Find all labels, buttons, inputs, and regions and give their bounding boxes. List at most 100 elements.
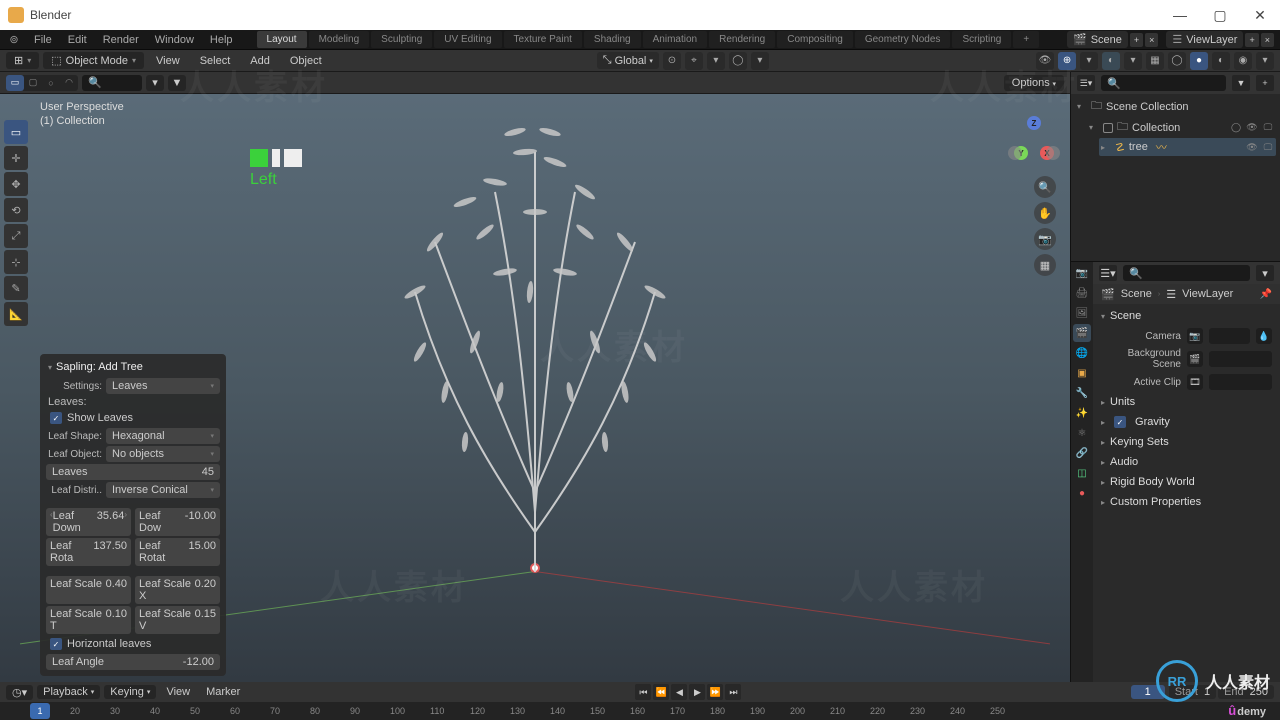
timeline-ruler[interactable]: 1 10203040506070809010011012013014015016… [0, 702, 1280, 720]
tool-move[interactable]: ✥ [4, 172, 28, 196]
hide-icon[interactable]: 👁 [1246, 122, 1258, 133]
timeline-marker[interactable]: Marker [200, 684, 246, 700]
outliner-collection[interactable]: ▾ 🗀 Collection ◯👁🖵 [1087, 117, 1276, 138]
play-reverse-button[interactable]: ◀ [671, 684, 687, 700]
workspace-tab-sculpting[interactable]: Sculpting [371, 31, 432, 48]
menu-add[interactable]: Add [242, 53, 278, 69]
tool-annotate[interactable]: ✎ [4, 276, 28, 300]
crumb-viewlayer[interactable]: ViewLayer [1182, 288, 1233, 300]
menu-object[interactable]: Object [282, 53, 330, 69]
props-editor-type[interactable]: ☰▾ [1099, 265, 1117, 281]
header-funnel-icon[interactable]: ▼ [168, 75, 186, 91]
workspace-tab-rendering[interactable]: Rendering [709, 31, 775, 48]
proportional-options[interactable]: ▾ [751, 52, 769, 70]
clip-picker-icon[interactable]: 🎞 [1187, 374, 1203, 390]
3d-viewport[interactable]: User Perspective (1) Collection Left ▭ ✛… [0, 94, 1070, 682]
tool-rotate[interactable]: ⟲ [4, 198, 28, 222]
section-units[interactable]: ▸Units [1101, 392, 1272, 412]
gizmo-toggle[interactable]: ⊕ [1058, 52, 1076, 70]
jump-start-button[interactable]: ⏮ [635, 684, 651, 700]
workspace-tab-layout[interactable]: Layout [257, 31, 307, 48]
prop-tab-material[interactable]: ● [1073, 484, 1091, 502]
menu-help[interactable]: Help [202, 32, 241, 48]
leaf-rot-left-field[interactable]: Leaf Rota137.50 [46, 538, 131, 566]
hide-icon[interactable]: 👁 [1246, 142, 1258, 153]
perspective-toggle[interactable]: ▦ [1034, 254, 1056, 276]
leaf-scale-right-field[interactable]: Leaf Scale X0.20 [135, 576, 220, 604]
prop-tab-modifier[interactable]: 🔧 [1073, 384, 1091, 402]
prop-tab-data[interactable]: ◫ [1073, 464, 1091, 482]
background-field[interactable] [1209, 351, 1272, 367]
leaf-angle-field[interactable]: Leaf Angle-12.00 [46, 654, 220, 670]
keying-dropdown[interactable]: Keying▾ [104, 685, 156, 699]
shading-material[interactable]: ◐ [1212, 52, 1230, 70]
camera-view-button[interactable]: 📷 [1034, 228, 1056, 250]
prop-tab-render[interactable]: 📷 [1073, 264, 1091, 282]
maximize-button[interactable]: ▢ [1200, 0, 1240, 30]
disable-icon[interactable]: 🖵 [1262, 122, 1274, 133]
operator-panel-title[interactable]: Sapling: Add Tree [46, 358, 220, 376]
scene-selector[interactable]: 🎬 Scene [1067, 31, 1128, 48]
snap-options[interactable]: ▾ [707, 52, 725, 70]
options-dropdown[interactable]: Options ▾ [1004, 75, 1064, 91]
leaf-scale-left-field[interactable]: Leaf Scale0.40 [46, 576, 131, 604]
menu-select[interactable]: Select [192, 53, 239, 69]
zoom-button[interactable]: 🔍 [1034, 176, 1056, 198]
outliner-scene-collection[interactable]: ▾🗀 Scene Collection [1075, 96, 1276, 117]
workspace-tab-scripting[interactable]: Scripting [952, 31, 1011, 48]
shading-rendered[interactable]: ◉ [1234, 52, 1252, 70]
editor-type-dropdown[interactable]: ⊞ ▾ [6, 52, 39, 69]
select-tweak-icon[interactable]: ▭ [6, 75, 24, 91]
xray-toggle[interactable]: ▦ [1146, 52, 1164, 70]
prop-tab-scene[interactable]: 🎬 [1073, 324, 1091, 342]
timeline-view[interactable]: View [160, 684, 196, 700]
menu-edit[interactable]: Edit [60, 32, 95, 48]
prop-tab-object[interactable]: ▣ [1073, 364, 1091, 382]
workspace-tab-geometry-nodes[interactable]: Geometry Nodes [855, 31, 951, 48]
disable-icon[interactable]: 🖵 [1262, 142, 1274, 153]
camera-field[interactable] [1209, 328, 1250, 344]
workspace-tab-modeling[interactable]: Modeling [309, 31, 370, 48]
section-audio[interactable]: ▸Audio [1101, 452, 1272, 472]
leaves-count-field[interactable]: Leaves45 [46, 464, 220, 480]
shading-solid[interactable]: ● [1190, 52, 1208, 70]
visibility-dropdown[interactable]: 👁 [1036, 52, 1054, 70]
props-options[interactable]: ▾ [1256, 265, 1274, 281]
scene-new-button[interactable]: + [1130, 33, 1143, 47]
axis-neg-x[interactable] [1046, 146, 1060, 160]
shading-wireframe[interactable]: ◯ [1168, 52, 1186, 70]
viewlayer-delete-button[interactable]: × [1261, 33, 1274, 47]
prop-tab-world[interactable]: 🌐 [1073, 344, 1091, 362]
workspace-tab-uv-editing[interactable]: UV Editing [434, 31, 501, 48]
proportional-toggle[interactable]: ◯ [729, 52, 747, 70]
shading-options[interactable]: ▾ [1256, 52, 1274, 70]
close-button[interactable]: ✕ [1240, 0, 1280, 30]
tool-transform[interactable]: ⊹ [4, 250, 28, 274]
viewlayer-selector[interactable]: ☰ ViewLayer [1166, 31, 1243, 48]
overlay-options[interactable]: ▾ [1124, 52, 1142, 70]
scene-picker-icon[interactable]: 🎬 [1187, 351, 1203, 367]
horizontal-leaves-checkbox[interactable]: ✓Horizontal leaves [46, 636, 220, 652]
timeline-editor-type[interactable]: ◷▾ [6, 685, 33, 700]
axis-neg-y[interactable] [1008, 146, 1022, 160]
settings-dropdown[interactable]: Leaves▾ [106, 378, 220, 394]
leaf-distrib-dropdown[interactable]: Inverse Conical▾ [106, 482, 220, 498]
blender-icon[interactable]: ⊚ [6, 32, 22, 48]
mode-dropdown[interactable]: ⬚ Object Mode ▾ [43, 52, 144, 69]
select-circle-icon[interactable]: ○ [42, 75, 60, 91]
leaf-down-left-field[interactable]: ‹Leaf Down35.64› [46, 508, 131, 536]
show-leaves-checkbox[interactable]: ✓Show Leaves [46, 410, 220, 426]
keyframe-next-button[interactable]: ⏩ [707, 684, 723, 700]
crumb-scene[interactable]: Scene [1121, 288, 1152, 300]
section-scene[interactable]: ▾Scene [1101, 306, 1272, 326]
collection-checkbox[interactable] [1103, 123, 1113, 133]
workspace-tab-animation[interactable]: Animation [643, 31, 707, 48]
section-gravity[interactable]: ▸✓Gravity [1101, 412, 1272, 432]
scene-delete-button[interactable]: × [1145, 33, 1158, 47]
outliner-filter[interactable]: ▼ [1232, 75, 1250, 91]
playback-dropdown[interactable]: Playback▾ [37, 685, 100, 699]
section-rigid-body[interactable]: ▸Rigid Body World [1101, 472, 1272, 492]
eyedropper-icon[interactable]: 💧 [1256, 328, 1272, 344]
overlay-toggle[interactable]: ◐ [1102, 52, 1120, 70]
workspace-tab-shading[interactable]: Shading [584, 31, 641, 48]
